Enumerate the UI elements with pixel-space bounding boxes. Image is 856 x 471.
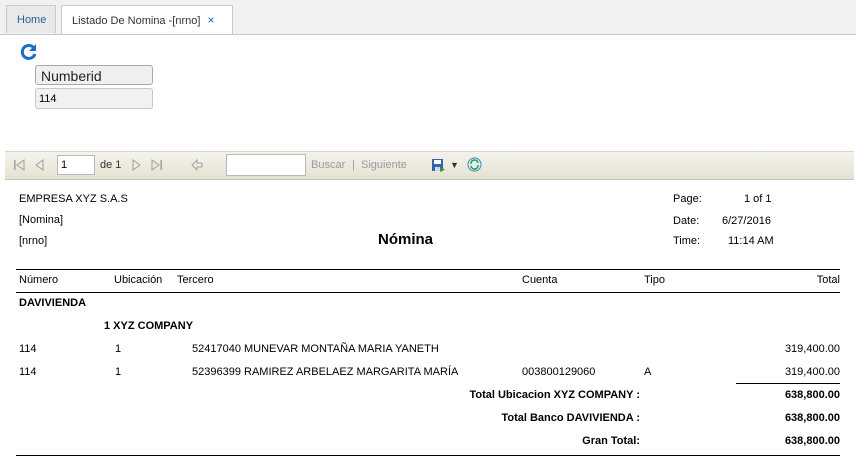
total-ubicacion-label: Total Ubicacion XYZ COMPANY : bbox=[469, 389, 640, 401]
row-tercero: 52417040 MUNEVAR MONTAÑA MARIA YANETH bbox=[192, 343, 439, 355]
tab-home[interactable]: Home bbox=[6, 5, 56, 33]
footer-rule bbox=[16, 455, 840, 456]
col-header-numero: Número bbox=[19, 274, 59, 286]
next-page-icon[interactable] bbox=[131, 159, 143, 171]
total-banco-label: Total Banco DAVIVIENDA : bbox=[501, 412, 640, 424]
row-tercero: 52396399 RAMIREZ ARBELAEZ MARGARITA MARÍ… bbox=[192, 366, 459, 378]
company-name: EMPRESA XYZ S.A.S bbox=[19, 193, 128, 205]
search-input[interactable] bbox=[226, 154, 306, 176]
page-count-label: de 1 bbox=[100, 159, 122, 171]
separator: | bbox=[352, 159, 355, 171]
report-subtitle-1: [Nomina] bbox=[19, 214, 64, 226]
row-numero: 114 bbox=[19, 366, 37, 378]
tab-home-label: Home bbox=[17, 14, 47, 26]
row-numero: 114 bbox=[19, 343, 37, 355]
back-icon[interactable] bbox=[191, 159, 203, 171]
siguiente-link[interactable]: Siguiente bbox=[361, 152, 407, 179]
page-value: 1 of 1 bbox=[744, 193, 772, 205]
report-body: EMPRESA XYZ S.A.S [Nomina] [nrno] Nómina… bbox=[0, 179, 856, 471]
page-label: Page: bbox=[673, 193, 702, 205]
first-page-icon[interactable] bbox=[13, 159, 25, 171]
refresh-icon[interactable] bbox=[20, 43, 38, 61]
location-group: 1 XYZ COMPANY bbox=[104, 320, 194, 332]
col-header-tercero: Tercero bbox=[177, 274, 214, 286]
time-value: 11:14 AM bbox=[728, 235, 774, 247]
numberid-input[interactable]: 114 bbox=[35, 88, 153, 109]
time-label: Time: bbox=[673, 235, 701, 247]
report-subtitle-2: [nrno] bbox=[19, 235, 48, 247]
row-cuenta: 003800129060 bbox=[522, 366, 596, 378]
report-toolbar: 1 de 1 Buscar | Siguiente ▼ bbox=[5, 151, 854, 180]
tab-bar: Home Listado De Nomina -[nrno] × bbox=[0, 0, 856, 35]
row-ubicacion: 1 bbox=[115, 366, 122, 378]
gran-total-value: 638,800.00 bbox=[784, 435, 840, 447]
row-ubicacion: 1 bbox=[115, 343, 122, 355]
col-header-cuenta: Cuenta bbox=[522, 274, 558, 286]
row-total: 319,400.00 bbox=[784, 343, 840, 355]
prev-page-icon[interactable] bbox=[33, 159, 45, 171]
total-ubicacion-value: 638,800.00 bbox=[784, 389, 840, 401]
gran-total-label: Gran Total: bbox=[582, 435, 640, 447]
page-number-input[interactable]: 1 bbox=[57, 155, 95, 175]
date-label: Date: bbox=[673, 215, 700, 227]
buscar-link[interactable]: Buscar bbox=[311, 152, 345, 179]
header-top-rule bbox=[16, 269, 840, 270]
bank-group: DAVIVIENDA bbox=[19, 297, 87, 309]
tab-active-label: Listado De Nomina -[nrno] bbox=[72, 15, 201, 27]
subtotal-rule bbox=[736, 383, 840, 384]
date-value: 6/27/2016 bbox=[722, 215, 771, 227]
col-header-tipo: Tipo bbox=[644, 274, 665, 286]
refresh-report-icon[interactable] bbox=[467, 157, 482, 172]
header-bottom-rule bbox=[16, 292, 840, 293]
numberid-label: Numberid bbox=[35, 65, 153, 85]
export-icon[interactable] bbox=[431, 158, 445, 172]
tab-listado-nomina[interactable]: Listado De Nomina -[nrno] × bbox=[61, 5, 233, 34]
export-dropdown-icon[interactable]: ▼ bbox=[450, 152, 459, 179]
total-banco-value: 638,800.00 bbox=[784, 412, 840, 424]
close-icon[interactable]: × bbox=[207, 13, 214, 27]
last-page-icon[interactable] bbox=[151, 159, 163, 171]
col-header-total: Total bbox=[816, 274, 840, 286]
row-tipo: A bbox=[644, 366, 652, 378]
report-title: Nómina bbox=[378, 231, 434, 248]
row-total: 319,400.00 bbox=[784, 366, 840, 378]
col-header-ubicacion: Ubicación bbox=[114, 274, 163, 286]
